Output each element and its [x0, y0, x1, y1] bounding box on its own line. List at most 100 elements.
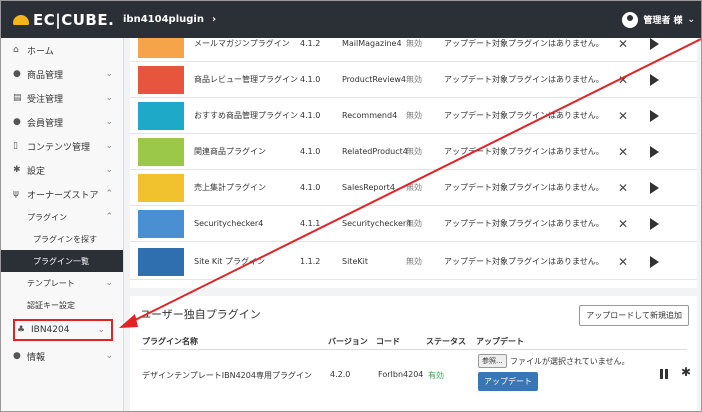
- plugin-status: 無効: [406, 147, 422, 156]
- update-button[interactable]: アップデート: [478, 372, 538, 391]
- plugin-name: 商品レビュー管理プラグイン: [194, 75, 298, 84]
- plugin-version: 1.1.2: [300, 257, 321, 266]
- logo-text: EC|CUBE.: [33, 10, 115, 29]
- sidebar-item-plugin-list[interactable]: プラグイン一覧: [1, 250, 123, 272]
- sidebar-item-info[interactable]: ● 情報 ⌄: [1, 344, 123, 368]
- delete-icon[interactable]: ✕: [618, 255, 628, 269]
- plugin-version: 4.2.0: [330, 370, 351, 379]
- chevron-up-icon: ⌃: [105, 189, 113, 199]
- sidebar-item-label: 情報: [27, 352, 46, 363]
- gear-icon[interactable]: ✱: [681, 365, 691, 379]
- plugin-code: RelatedProduct4: [342, 147, 408, 156]
- logo[interactable]: EC|CUBE.: [1, 11, 123, 29]
- plugin-name: 売上集計プラグイン: [194, 183, 266, 192]
- plugin-version: 4.1.0: [300, 147, 321, 156]
- sidebar-item-label: プラグイン: [27, 212, 67, 222]
- plugin-thumbnail: [138, 247, 184, 276]
- sidebar-item-label: 認証キー設定: [27, 300, 75, 310]
- plugin-version: 4.1.2: [300, 39, 321, 48]
- chevron-down-icon: ⌄: [105, 141, 113, 151]
- chevron-down-icon: ⌄: [97, 325, 105, 335]
- chevron-down-icon: ⌄: [105, 165, 113, 175]
- sidebar-item-label: テンプレート: [27, 278, 75, 288]
- chevron-right-icon: ›: [211, 14, 217, 25]
- tag-icon: ●: [13, 69, 21, 79]
- table-row: Securitychecker4 4.1.1 Securitychecker4 …: [130, 206, 697, 242]
- cart-icon: ▤: [13, 93, 22, 103]
- table-row: 商品レビュー管理プラグイン 4.1.0 ProductReview4 無効 アッ…: [130, 62, 697, 98]
- plug-icon: ψ: [13, 189, 19, 199]
- sidebar-item-orders[interactable]: ▤ 受注管理 ⌄: [1, 86, 123, 110]
- column-header-status: ステータス: [426, 337, 466, 346]
- sidebar-item-label: ホーム: [27, 46, 54, 57]
- home-icon: ⌂: [13, 45, 19, 55]
- sidebar-item-home[interactable]: ⌂ ホーム: [1, 38, 123, 62]
- plugin-update-message: アップデート対象プラグインはありません。: [444, 257, 604, 266]
- enable-play-icon[interactable]: [650, 145, 659, 158]
- sidebar-item-owners-store[interactable]: ψ オーナーズストア ⌃: [1, 182, 123, 206]
- plugin-status: 有効: [428, 371, 444, 380]
- sidebar-item-label: 商品管理: [27, 70, 64, 81]
- table-row: おすすめ商品管理プラグイン 4.1.0 Recommend4 無効 アップデート…: [130, 98, 697, 134]
- column-header-name: プラグイン名称: [142, 337, 198, 346]
- delete-icon[interactable]: ✕: [618, 109, 628, 123]
- user-menu[interactable]: 管理者 様 ⌄: [622, 11, 695, 28]
- delete-icon[interactable]: ✕: [618, 73, 628, 87]
- sidebar-item-plugins[interactable]: プラグイン ⌃: [1, 206, 123, 228]
- sidebar: ⌂ ホーム ● 商品管理 ⌄ ▤ 受注管理 ⌄ ● 会員管理 ⌄ ▯ コンテンツ管理 ⌄ ✱ 設定 ⌄…: [1, 38, 124, 411]
- sidebar-item-label: コンテンツ管理: [27, 142, 91, 153]
- logo-icon: [13, 14, 29, 25]
- enable-play-icon[interactable]: [650, 38, 659, 50]
- plugin-name: メールマガジンプラグイン: [194, 39, 290, 48]
- top-header: EC|CUBE. ibn4104plugin › 管理者 様 ⌄: [1, 1, 701, 38]
- enable-play-icon[interactable]: [650, 217, 659, 230]
- puzzle-icon: ♣: [17, 325, 26, 335]
- header-divider: [140, 349, 687, 350]
- plugin-name: Site Kit プラグイン: [194, 257, 266, 266]
- plugin-status: 無効: [406, 39, 422, 48]
- plugin-update-message: アップデート対象プラグインはありません。: [444, 219, 604, 228]
- enable-play-icon[interactable]: [650, 109, 659, 122]
- chevron-down-icon: ⌄: [105, 69, 113, 79]
- sidebar-item-ibn4204[interactable]: ♣ IBN4204 ⌄: [13, 319, 113, 341]
- file-icon: ▯: [13, 141, 18, 151]
- main-content: メールマガジンプラグイン 4.1.2 MailMagazine4 無効 アップデ…: [124, 38, 701, 411]
- delete-icon[interactable]: ✕: [618, 181, 628, 195]
- enable-play-icon[interactable]: [650, 255, 659, 268]
- chevron-down-icon: ⌄: [105, 351, 113, 361]
- enable-play-icon[interactable]: [650, 73, 659, 86]
- table-row: メールマガジンプラグイン 4.1.2 MailMagazine4 無効 アップデ…: [130, 38, 697, 62]
- plugin-name: Securitychecker4: [194, 219, 264, 228]
- app-window: EC|CUBE. ibn4104plugin › 管理者 様 ⌄ ⌂ ホーム ● 商…: [0, 0, 702, 412]
- delete-icon[interactable]: ✕: [618, 38, 628, 51]
- plugin-thumbnail: [138, 38, 184, 58]
- delete-icon[interactable]: ✕: [618, 145, 628, 159]
- plugin-name: デザインテンプレートIBN4204専用プラグイン: [142, 371, 312, 380]
- sidebar-item-contents[interactable]: ▯ コンテンツ管理 ⌄: [1, 134, 123, 158]
- pause-icon[interactable]: [660, 369, 668, 379]
- sidebar-item-find-plugin[interactable]: プラグインを探す: [1, 228, 123, 250]
- plugin-name: 関連商品プラグイン: [194, 147, 266, 156]
- plugin-code: SalesReport4: [342, 183, 395, 192]
- enable-play-icon[interactable]: [650, 181, 659, 194]
- sidebar-item-settings[interactable]: ✱ 設定 ⌄: [1, 158, 123, 182]
- plugin-code: SiteKit: [342, 257, 368, 266]
- browse-file-button[interactable]: 参照...: [478, 354, 507, 368]
- plugin-status: 無効: [406, 111, 422, 120]
- shop-name[interactable]: ibn4104plugin ›: [123, 14, 216, 25]
- sidebar-item-products[interactable]: ● 商品管理 ⌄: [1, 62, 123, 86]
- sidebar-item-members[interactable]: ● 会員管理 ⌄: [1, 110, 123, 134]
- sidebar-item-label: 会員管理: [27, 118, 64, 129]
- delete-icon[interactable]: ✕: [618, 217, 628, 231]
- upload-new-button[interactable]: アップロードして新規追加: [579, 305, 689, 326]
- plugin-status: 無効: [406, 257, 422, 266]
- gear-icon: ✱: [13, 165, 21, 175]
- sidebar-item-auth-key[interactable]: 認証キー設定: [1, 294, 123, 316]
- chevron-down-icon: ⌄: [105, 117, 113, 127]
- plugin-status: 無効: [406, 219, 422, 228]
- plugin-thumbnail: [138, 65, 184, 94]
- sidebar-item-template[interactable]: テンプレート ⌄: [1, 272, 123, 294]
- plugin-version: 4.1.1: [300, 219, 321, 228]
- column-header-code: コード: [376, 337, 400, 346]
- plugin-thumbnail: [138, 101, 184, 130]
